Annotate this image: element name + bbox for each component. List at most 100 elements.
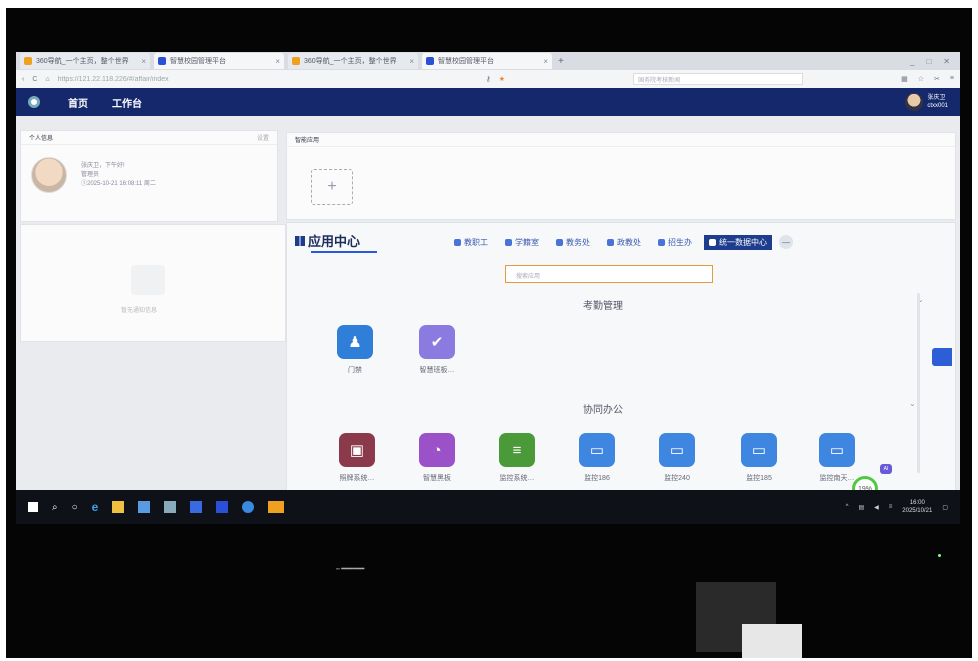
minimize-button[interactable]: _: [910, 57, 914, 66]
360-browser-icon[interactable]: [268, 501, 285, 513]
app-icon[interactable]: [190, 501, 203, 513]
pie-icon: ◔: [419, 433, 455, 467]
browser-tab-4[interactable]: 智慧校园管理平台 ×: [422, 53, 552, 69]
tab-data-center[interactable]: 统一数据中心: [704, 235, 772, 250]
app-icon[interactable]: [138, 501, 151, 513]
app-icon[interactable]: [216, 501, 229, 513]
scrollbar[interactable]: [917, 293, 920, 473]
task-view-icon[interactable]: ○: [72, 502, 78, 513]
app-4[interactable]: ▭ 监控186: [569, 433, 625, 483]
user-name: 张庆卫: [927, 95, 946, 101]
app-center-title: 应用中心: [308, 234, 361, 249]
side-float-button[interactable]: [932, 348, 952, 366]
clock[interactable]: 16:00 2025/10/21: [902, 499, 932, 515]
tools-icon[interactable]: ✂: [934, 75, 940, 83]
folder-icon[interactable]: [112, 501, 125, 513]
browser-tab-1[interactable]: 360导航_一个主页，整个世界 ×: [20, 53, 150, 69]
reload-icon[interactable]: C: [32, 76, 37, 83]
app-6[interactable]: ▭ 监控185: [731, 433, 787, 483]
user-id: ctxx001: [927, 103, 948, 109]
network-icon[interactable]: ▤: [858, 504, 864, 511]
add-app-button[interactable]: +: [311, 169, 353, 205]
app-2[interactable]: ◔ 智慧黑板: [409, 433, 465, 483]
key-icon[interactable]: ⚷: [486, 75, 491, 83]
clock-time: 16:00: [909, 500, 925, 506]
person-icon: ♟: [337, 325, 373, 359]
logo-icon: [28, 96, 40, 108]
browser-tab-2[interactable]: 智慧校园管理平台 ×: [154, 53, 284, 69]
empty-illustration: [131, 265, 165, 295]
close-icon[interactable]: ×: [409, 57, 414, 66]
monitor-icon: ▭: [659, 433, 695, 467]
photo-frame: 360导航_一个主页，整个世界 × 智慧校园管理平台 × 360导航_一个主页，…: [0, 0, 978, 661]
user-menu[interactable]: 张庆卫 ctxx001: [905, 93, 948, 111]
tab-label: 招生办: [668, 238, 692, 247]
windows-taskbar: ⌕ ○ e ^ ▤ ◀ ≡ 16:00 2025/10/21 ▢: [16, 490, 960, 524]
app-3[interactable]: ≡ 监控系统…: [489, 433, 545, 483]
app-5[interactable]: ▭ 监控240: [649, 433, 705, 483]
volume-icon[interactable]: ◀: [874, 504, 879, 511]
power-led: [938, 554, 941, 557]
home-icon[interactable]: ⌂: [45, 76, 49, 83]
chevron-down-icon[interactable]: ⌄: [909, 399, 916, 408]
tab-politics[interactable]: 政教处: [602, 235, 646, 250]
back-icon[interactable]: ‹: [22, 76, 24, 83]
notification-icon[interactable]: ▢: [942, 504, 948, 511]
browser-search-input[interactable]: 国务院考核新闻: [633, 73, 804, 85]
tab-staff[interactable]: 教职工: [449, 235, 493, 250]
personal-info-card: 个人信息 设置 张庆卫，下午好! 管理员 ①2025-10-21 16:08:1…: [20, 130, 278, 222]
nav-home[interactable]: 首页: [68, 95, 88, 110]
close-icon[interactable]: ×: [543, 57, 548, 66]
login-time: ①2025-10-21 16:08:11 周二: [81, 180, 156, 187]
browser-tab-label: 360导航_一个主页，整个世界: [36, 58, 129, 65]
nav-workbench[interactable]: 工作台: [112, 95, 142, 110]
app-label: 监控240: [664, 475, 690, 482]
avatar: [905, 93, 924, 111]
chevron-up-icon[interactable]: ^: [846, 504, 849, 510]
blurred-reflection: ▁ ▂▂▂▂▂▂: [336, 564, 365, 570]
start-icon[interactable]: [28, 502, 38, 512]
category-icon: [505, 239, 512, 246]
bookmark-icon[interactable]: ☆: [918, 75, 924, 83]
close-window-button[interactable]: ✕: [943, 57, 950, 66]
browser-tab-bar: 360导航_一个主页，整个世界 × 智慧校园管理平台 × 360导航_一个主页，…: [16, 52, 960, 70]
ime-icon[interactable]: ≡: [889, 504, 893, 510]
app-1[interactable]: ▣ 照牌系统…: [329, 433, 385, 483]
browser-toolbar: ▦ ☆ ✂ ≡: [901, 75, 954, 83]
tab-label: 教务处: [566, 238, 590, 247]
app-header: 首页 工作台 张庆卫 ctxx001: [16, 88, 960, 116]
url-field[interactable]: https://121.22.118.226/#/affair/index: [58, 76, 478, 83]
tab-registry[interactable]: 学籍室: [500, 235, 544, 250]
maximize-button[interactable]: □: [926, 57, 931, 66]
screen: 360导航_一个主页，整个世界 × 智慧校园管理平台 × 360导航_一个主页，…: [16, 52, 960, 524]
apps-icon[interactable]: ▦: [901, 75, 908, 83]
browser-tab-label: 360导航_一个主页，整个世界: [304, 58, 397, 65]
app-smart-classboard[interactable]: ✔ 智慧班板…: [409, 325, 465, 375]
close-icon[interactable]: ×: [275, 57, 280, 66]
search-icon[interactable]: ⌕: [52, 502, 58, 513]
ai-badge[interactable]: AI: [880, 464, 892, 474]
category-icon: [607, 239, 614, 246]
tab-label: 学籍室: [515, 238, 539, 247]
menu-icon[interactable]: ≡: [950, 75, 954, 83]
browser-icon[interactable]: [242, 501, 255, 513]
browser-tab-3[interactable]: 360导航_一个主页，整个世界 ×: [288, 53, 418, 69]
category-icon: [709, 239, 716, 246]
tool-icon[interactable]: [164, 501, 177, 513]
settings-link[interactable]: 设置: [257, 133, 269, 142]
monitor-icon: ▭: [819, 433, 855, 467]
new-tab-button[interactable]: +: [558, 56, 564, 67]
close-icon[interactable]: ×: [141, 57, 146, 66]
star-icon[interactable]: ★: [499, 75, 505, 83]
app-label: 智慧黑板: [423, 475, 451, 482]
tab-admissions[interactable]: 招生办: [653, 235, 697, 250]
title-underline: [311, 251, 377, 253]
more-tabs-button[interactable]: —: [779, 235, 793, 249]
check-icon: ✔: [419, 325, 455, 359]
tab-academic[interactable]: 教务处: [551, 235, 595, 250]
edge-icon[interactable]: e: [92, 500, 99, 514]
app-access-control[interactable]: ♟ 门禁: [327, 325, 383, 375]
app-7[interactable]: ▭ 监控南天…: [809, 433, 865, 483]
card-title: 智能应用: [295, 138, 320, 144]
app-search-input[interactable]: 搜索应用: [505, 265, 713, 283]
